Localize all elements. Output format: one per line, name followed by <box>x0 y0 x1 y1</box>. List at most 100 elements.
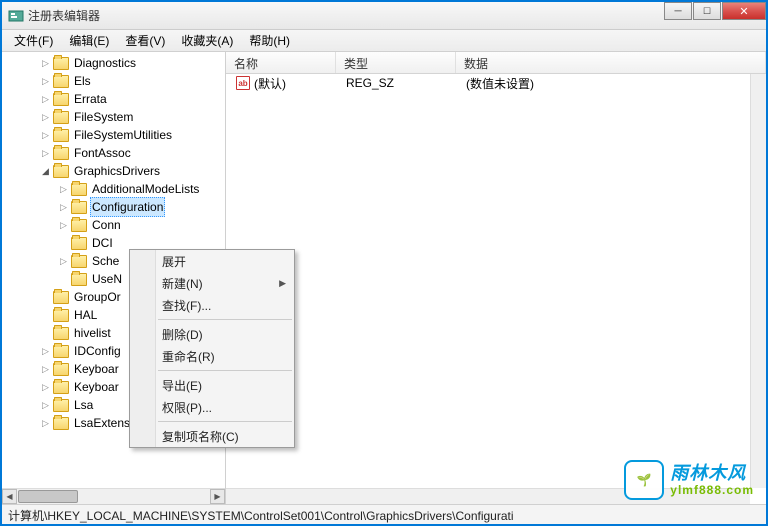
folder-icon <box>53 147 69 160</box>
folder-icon <box>53 291 69 304</box>
tree-node[interactable]: Conn <box>4 216 225 234</box>
menu-edit[interactable]: 编辑(E) <box>61 30 117 51</box>
tree-node-label: UseN <box>90 270 124 288</box>
folder-icon <box>53 129 69 142</box>
value-data: (数值未设置) <box>458 75 766 92</box>
tree-node-label: Els <box>72 72 93 90</box>
toggle-spacer <box>58 234 69 252</box>
sprout-icon: 🌱 <box>637 473 652 487</box>
tree-node-label: AdditionalModeLists <box>90 180 201 198</box>
folder-icon <box>71 219 87 232</box>
tree-node-label: Sche <box>90 252 121 270</box>
folder-icon <box>71 273 87 286</box>
folder-icon <box>71 183 87 196</box>
folder-icon <box>53 57 69 70</box>
expand-icon[interactable] <box>40 126 51 144</box>
cm-new[interactable]: 新建(N) <box>130 272 294 294</box>
cm-export[interactable]: 导出(E) <box>130 374 294 396</box>
folder-icon <box>71 201 87 214</box>
list-vertical-scrollbar[interactable] <box>750 74 766 488</box>
expand-icon[interactable] <box>40 396 51 414</box>
folder-icon <box>53 417 69 430</box>
menu-file[interactable]: 文件(F) <box>6 30 61 51</box>
tree-node[interactable]: FontAssoc <box>4 144 225 162</box>
title-bar: 注册表编辑器 <box>2 2 766 30</box>
status-path: 计算机\HKEY_LOCAL_MACHINE\SYSTEM\ControlSet… <box>8 509 514 523</box>
expand-icon[interactable] <box>40 144 51 162</box>
scroll-left-arrow[interactable] <box>2 489 17 504</box>
expand-icon[interactable] <box>40 378 51 396</box>
tree-node[interactable]: Diagnostics <box>4 54 225 72</box>
tree-horizontal-scrollbar[interactable] <box>2 488 225 504</box>
tree-node[interactable]: FileSystem <box>4 108 225 126</box>
tree-node-label: hivelist <box>72 324 113 342</box>
cm-rename[interactable]: 重命名(R) <box>130 345 294 367</box>
tree-node[interactable]: Errata <box>4 90 225 108</box>
expand-icon[interactable] <box>40 414 51 432</box>
cm-copy-key-name[interactable]: 复制项名称(C) <box>130 425 294 447</box>
expand-icon[interactable] <box>40 54 51 72</box>
list-row[interactable]: (默认) REG_SZ (数值未设置) <box>226 74 766 92</box>
toggle-spacer <box>40 306 51 324</box>
maximize-button[interactable] <box>693 2 721 20</box>
scroll-right-arrow[interactable] <box>210 489 225 504</box>
menu-help[interactable]: 帮助(H) <box>241 30 298 51</box>
cm-permissions[interactable]: 权限(P)... <box>130 396 294 418</box>
expand-icon[interactable] <box>58 252 69 270</box>
menu-favorites[interactable]: 收藏夹(A) <box>173 30 241 51</box>
column-name[interactable]: 名称 <box>226 52 336 73</box>
watermark-brand: 雨林木风 <box>670 464 754 482</box>
tree-node-label: FontAssoc <box>72 144 133 162</box>
window-controls <box>664 2 766 20</box>
tree-node-label: DCI <box>90 234 115 252</box>
expand-icon[interactable] <box>58 216 69 234</box>
tree-node-label: FileSystemUtilities <box>72 126 174 144</box>
status-bar: 计算机\HKEY_LOCAL_MACHINE\SYSTEM\ControlSet… <box>2 504 766 524</box>
expand-icon[interactable] <box>58 198 69 216</box>
folder-icon <box>71 255 87 268</box>
watermark-icon: 🌱 <box>624 460 664 500</box>
expand-icon[interactable] <box>40 72 51 90</box>
tree-node[interactable]: FileSystemUtilities <box>4 126 225 144</box>
menu-bar: 文件(F) 编辑(E) 查看(V) 收藏夹(A) 帮助(H) <box>2 30 766 52</box>
cm-delete[interactable]: 删除(D) <box>130 323 294 345</box>
expand-icon[interactable] <box>40 108 51 126</box>
expand-icon[interactable] <box>40 90 51 108</box>
window-title: 注册表编辑器 <box>28 7 100 24</box>
tree-node-label: Configuration <box>90 197 165 217</box>
context-menu: 展开 新建(N) 查找(F)... 删除(D) 重命名(R) 导出(E) 权限(… <box>129 249 295 448</box>
list-header: 名称 类型 数据 <box>226 52 766 74</box>
minimize-button[interactable] <box>664 2 692 20</box>
tree-node-label: IDConfig <box>72 342 123 360</box>
toggle-spacer <box>58 270 69 288</box>
toggle-spacer <box>40 288 51 306</box>
collapse-icon[interactable] <box>40 162 51 180</box>
folder-icon <box>53 111 69 124</box>
tree-node[interactable]: AdditionalModeLists <box>4 180 225 198</box>
folder-icon <box>53 345 69 358</box>
tree-node-label: FileSystem <box>72 108 135 126</box>
tree-node[interactable]: Configuration <box>4 198 225 216</box>
cm-expand[interactable]: 展开 <box>130 250 294 272</box>
tree-node[interactable]: Els <box>4 72 225 90</box>
expand-icon[interactable] <box>40 342 51 360</box>
watermark: 🌱 雨林木风 ylmf888.com <box>624 460 754 500</box>
folder-icon <box>53 381 69 394</box>
column-type[interactable]: 类型 <box>336 52 456 73</box>
folder-icon <box>53 165 69 178</box>
close-button[interactable] <box>722 2 766 20</box>
reg-sz-icon <box>236 76 250 90</box>
cm-find[interactable]: 查找(F)... <box>130 294 294 316</box>
toggle-spacer <box>40 324 51 342</box>
scroll-thumb[interactable] <box>18 490 78 503</box>
folder-icon <box>53 309 69 322</box>
cm-separator <box>158 319 292 320</box>
folder-icon <box>53 75 69 88</box>
expand-icon[interactable] <box>58 180 69 198</box>
menu-view[interactable]: 查看(V) <box>117 30 173 51</box>
tree-node[interactable]: GraphicsDrivers <box>4 162 225 180</box>
value-name-cell: (默认) <box>228 75 338 92</box>
tree-node-label: GraphicsDrivers <box>72 162 162 180</box>
column-data[interactable]: 数据 <box>456 52 766 73</box>
expand-icon[interactable] <box>40 360 51 378</box>
